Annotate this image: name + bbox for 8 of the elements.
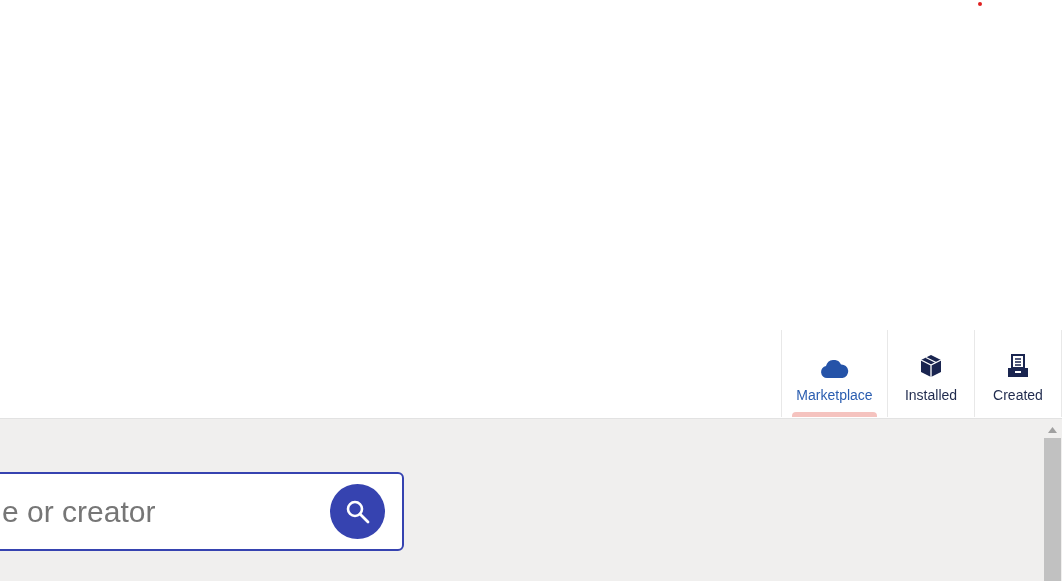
search-icon bbox=[344, 498, 371, 525]
drawer-icon bbox=[1007, 354, 1029, 378]
box-icon bbox=[919, 354, 943, 378]
cloud-icon bbox=[820, 360, 849, 378]
scrollbar-thumb[interactable] bbox=[1044, 438, 1061, 581]
status-dot bbox=[978, 2, 982, 6]
scroll-up-icon bbox=[1048, 427, 1057, 433]
search-field[interactable]: e or creator bbox=[0, 472, 404, 551]
